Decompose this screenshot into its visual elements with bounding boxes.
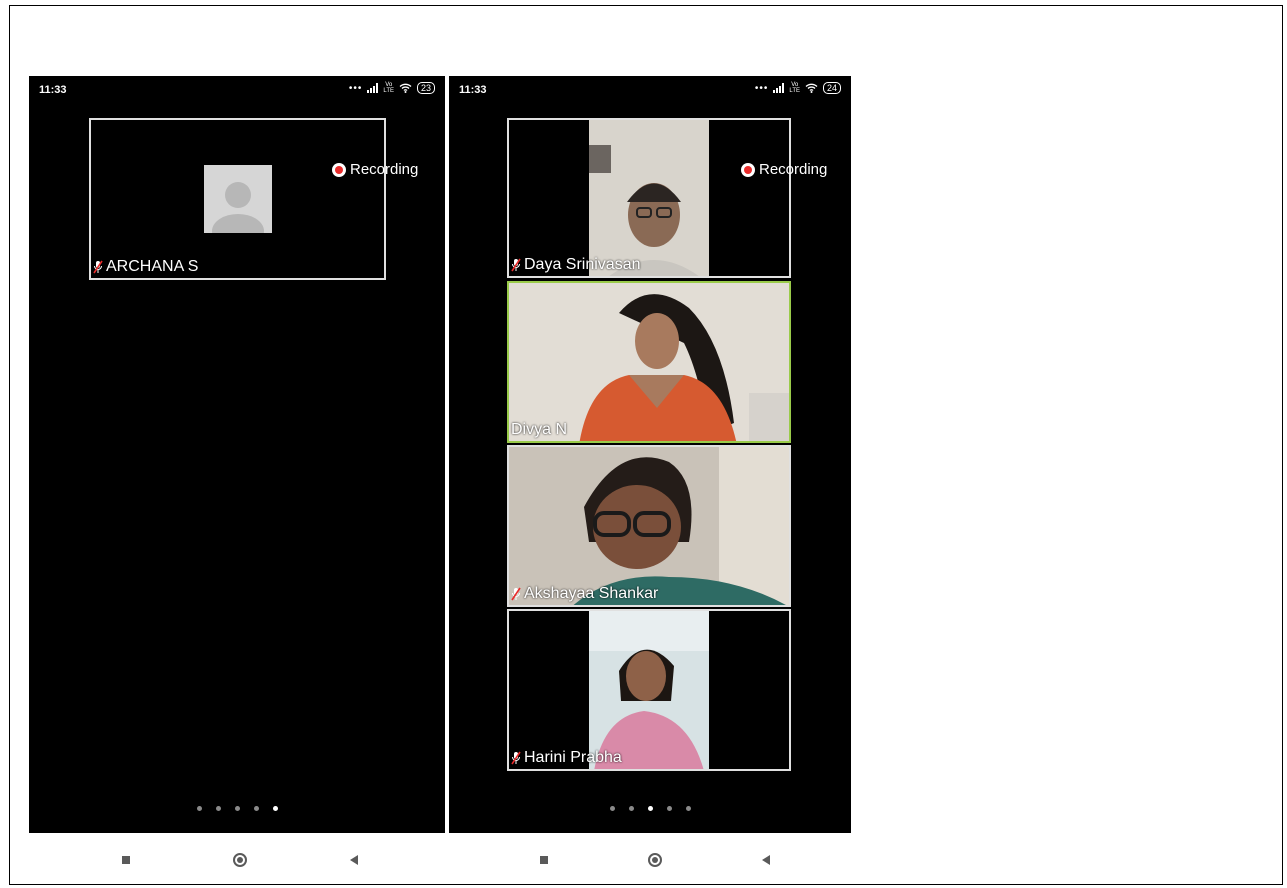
video-feed bbox=[589, 611, 709, 769]
participant-name: ARCHANA S bbox=[93, 258, 198, 276]
status-time: 11:33 bbox=[459, 84, 487, 96]
page-dot[interactable] bbox=[628, 806, 634, 811]
mic-muted-icon bbox=[511, 587, 521, 601]
page-dot[interactable] bbox=[215, 806, 221, 811]
status-bar-icons: ••• Vo LTE 24 bbox=[755, 82, 841, 94]
recording-label: Recording bbox=[350, 161, 419, 178]
volte-icon: Vo LTE bbox=[383, 82, 394, 94]
phone-screen-1: 11:33 ••• Vo LTE 23 ARCHANA S Recording bbox=[29, 76, 445, 833]
record-dot-icon bbox=[332, 162, 346, 177]
battery-icon: 24 bbox=[822, 82, 841, 94]
signal-dots-icon: ••• bbox=[754, 82, 769, 94]
mic-muted-icon bbox=[511, 751, 521, 765]
recording-indicator: Recording bbox=[741, 161, 827, 178]
recent-apps-icon[interactable] bbox=[540, 856, 548, 864]
back-icon[interactable] bbox=[350, 855, 359, 865]
wifi-icon bbox=[805, 83, 818, 93]
back-icon[interactable] bbox=[762, 855, 770, 865]
participant-tile-archana[interactable]: ARCHANA S bbox=[89, 118, 386, 280]
participant-name-label: Harini Prabha bbox=[524, 749, 622, 766]
page-indicator bbox=[449, 806, 851, 811]
page-dot[interactable] bbox=[609, 806, 615, 811]
participant-name: Divya N bbox=[511, 421, 567, 439]
volte-icon: Vo LTE bbox=[789, 82, 800, 94]
wifi-icon bbox=[399, 83, 412, 93]
participant-name: Akshayaa Shankar bbox=[511, 585, 658, 603]
video-feed bbox=[589, 120, 709, 276]
phone-screen-2: 11:33 ••• Vo LTE 24 Daya Srinivasan Recor… bbox=[449, 76, 851, 833]
page-dot-active[interactable] bbox=[647, 806, 653, 811]
participant-name: Harini Prabha bbox=[511, 749, 622, 767]
participant-name: Daya Srinivasan bbox=[511, 256, 641, 274]
mic-muted-icon bbox=[511, 258, 521, 272]
page-dot[interactable] bbox=[196, 806, 202, 811]
participant-tile-daya[interactable]: Daya Srinivasan bbox=[507, 118, 791, 278]
signal-icon bbox=[367, 83, 379, 93]
home-icon[interactable] bbox=[232, 853, 247, 867]
battery-icon: 23 bbox=[416, 82, 435, 94]
avatar-placeholder-icon bbox=[204, 165, 272, 233]
home-icon[interactable] bbox=[648, 853, 662, 867]
signal-icon bbox=[773, 83, 785, 93]
page-dot[interactable] bbox=[666, 806, 672, 811]
page-dot-active[interactable] bbox=[272, 806, 278, 811]
page-indicator bbox=[29, 806, 445, 811]
video-feed bbox=[509, 283, 789, 441]
recording-indicator: Recording bbox=[332, 161, 418, 178]
video-feed bbox=[509, 447, 789, 605]
participant-tile-akshayaa[interactable]: Akshayaa Shankar bbox=[507, 445, 791, 607]
participant-name-label: Daya Srinivasan bbox=[524, 256, 641, 273]
page-dot[interactable] bbox=[253, 806, 259, 811]
participant-tile-divya[interactable]: Divya N bbox=[507, 281, 791, 443]
page-dot[interactable] bbox=[234, 806, 240, 811]
mic-muted-icon bbox=[93, 260, 103, 274]
participant-tile-harini[interactable]: Harini Prabha bbox=[507, 609, 791, 771]
record-dot-icon bbox=[741, 162, 755, 177]
signal-dots-icon: ••• bbox=[348, 82, 363, 94]
android-nav-bar-2 bbox=[490, 840, 820, 880]
status-time: 11:33 bbox=[39, 84, 67, 96]
android-nav-bar-1 bbox=[70, 840, 410, 880]
page-dot[interactable] bbox=[685, 806, 691, 811]
status-bar-icons: ••• Vo LTE 23 bbox=[349, 82, 435, 94]
participant-name-label: Akshayaa Shankar bbox=[524, 585, 659, 602]
recent-apps-icon[interactable] bbox=[121, 856, 130, 864]
recording-label: Recording bbox=[759, 161, 828, 178]
participant-name-label: Divya N bbox=[511, 421, 568, 438]
participant-name-label: ARCHANA S bbox=[106, 258, 199, 275]
